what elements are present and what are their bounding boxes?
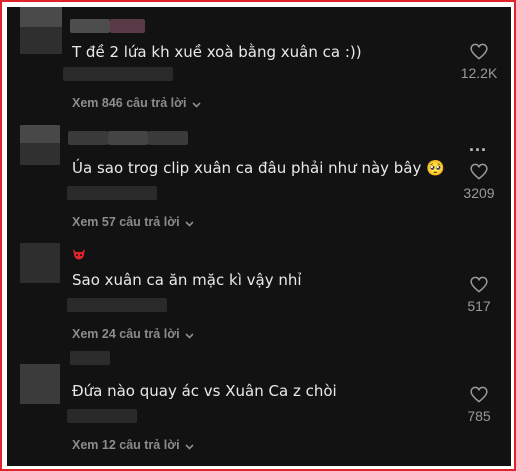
like-button[interactable]: 785: [449, 386, 509, 424]
more-options-button[interactable]: ...: [469, 135, 487, 156]
like-count: 785: [467, 408, 491, 424]
red-devil-emoji-icon: [72, 247, 86, 260]
heart-icon: [449, 163, 509, 180]
view-replies-button[interactable]: Xem 12 câu trả lời: [72, 438, 194, 453]
avatar[interactable]: [20, 7, 62, 54]
view-replies-button[interactable]: Xem 846 câu trả lời: [72, 96, 201, 111]
comment-text: Úa sao trog clip xuân ca đâu phải như nà…: [72, 159, 445, 177]
view-replies-label: Xem 846 câu trả lời: [72, 96, 187, 110]
username-blurred[interactable]: [148, 131, 188, 145]
heart-icon: [449, 386, 509, 403]
view-replies-label: Xem 24 câu trả lời: [72, 327, 180, 341]
comment-meta-blurred: [63, 67, 173, 81]
like-button[interactable]: 3209: [449, 163, 509, 201]
username-blurred[interactable]: [68, 131, 108, 145]
avatar[interactable]: [20, 364, 60, 404]
avatar[interactable]: [20, 125, 60, 165]
username-blurred[interactable]: [108, 131, 148, 145]
chevron-down-icon: [184, 328, 194, 342]
like-count: 3209: [463, 185, 495, 201]
comment-meta-blurred: [67, 298, 167, 312]
like-count: 517: [467, 298, 491, 314]
like-button[interactable]: 12.2K: [449, 43, 509, 81]
comment-text: T đề 2 lứa kh xuề xoà bằng xuân ca :)): [72, 43, 362, 61]
comment-meta-blurred: [67, 409, 137, 423]
comment-text: Sao xuân ca ăn mặc kì vậy nhỉ: [72, 271, 302, 289]
like-count: 12.2K: [460, 65, 498, 81]
username-blurred[interactable]: [70, 351, 110, 365]
chevron-down-icon: [184, 439, 194, 453]
chevron-down-icon: [184, 216, 194, 230]
comment-meta-blurred: [67, 186, 157, 200]
comments-panel: T đề 2 lứa kh xuề xoà bằng xuân ca :)) X…: [7, 7, 511, 466]
like-button[interactable]: 517: [449, 276, 509, 314]
username-blurred[interactable]: [110, 19, 145, 33]
comment-text: Đứa nào quay ác vs Xuân Ca z chòi: [72, 382, 337, 400]
screenshot-frame: T đề 2 lứa kh xuề xoà bằng xuân ca :)) X…: [0, 0, 516, 471]
view-replies-button[interactable]: Xem 57 câu trả lời: [72, 215, 194, 230]
view-replies-button[interactable]: Xem 24 câu trả lời: [72, 327, 194, 342]
avatar[interactable]: [20, 243, 60, 283]
chevron-down-icon: [191, 97, 201, 111]
heart-icon: [449, 43, 509, 60]
view-replies-label: Xem 57 câu trả lời: [72, 215, 180, 229]
pleading-face-emoji: 🥺: [426, 159, 445, 177]
view-replies-label: Xem 12 câu trả lời: [72, 438, 180, 452]
heart-icon: [449, 276, 509, 293]
username-blurred[interactable]: [70, 19, 110, 33]
